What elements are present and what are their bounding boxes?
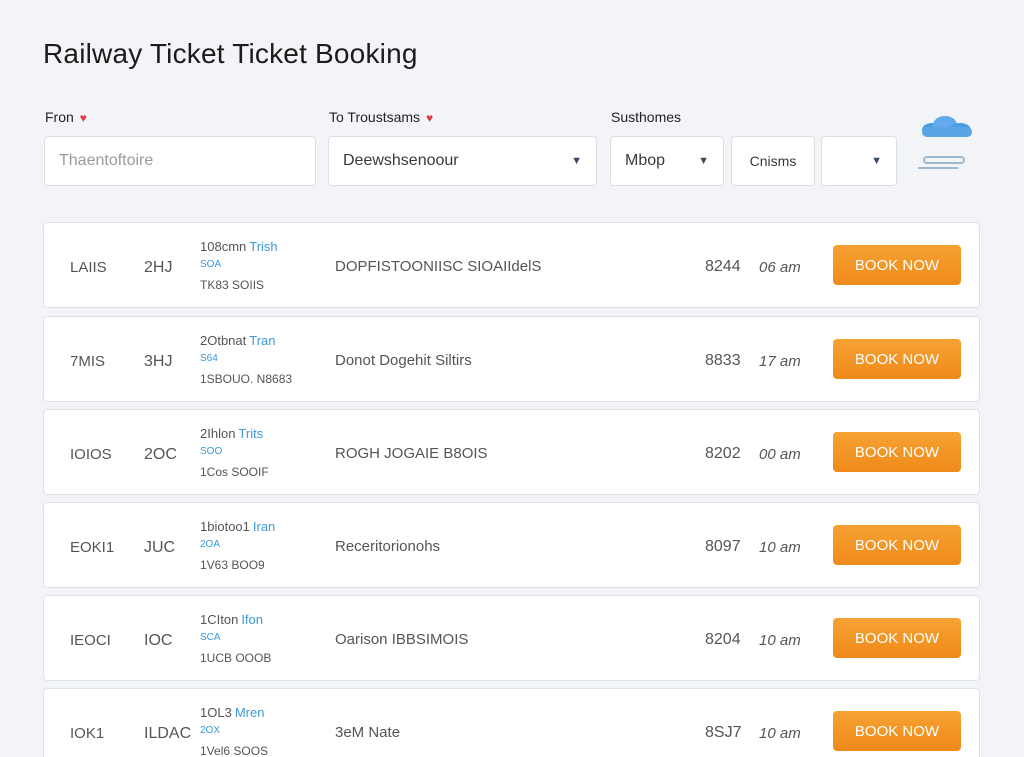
- to-select[interactable]: Deewshsenoour ▼: [328, 136, 597, 186]
- train-name: 2Ihlon Trits: [200, 426, 264, 441]
- train-detail: 1V63 BOO9: [200, 558, 265, 572]
- train-number: ILDAC: [144, 725, 192, 742]
- train-number: 3HJ: [144, 353, 173, 370]
- book-now-button[interactable]: BOOK NOW: [833, 525, 961, 565]
- departure-time: 00 am: [759, 446, 801, 463]
- train-code: LAIIS: [70, 259, 107, 276]
- departure-time: 17 am: [759, 353, 801, 370]
- train-type-tag: Ifon: [241, 612, 263, 627]
- required-icon: ♥: [79, 111, 87, 125]
- fare: 8097: [705, 538, 741, 555]
- date-field-value: Cnisms: [749, 153, 797, 169]
- train-name: 1biotoo1 Iran: [200, 519, 276, 534]
- train-name: 1CIton Ifon: [200, 612, 263, 627]
- train-number: IOC: [144, 632, 173, 649]
- train-code: IEOCI: [70, 632, 111, 649]
- cloud-train-icon: [918, 116, 972, 169]
- result-row: LAIIS 2HJ 108cmn Trish SOA TK83 SOIIS DOP…: [43, 222, 980, 308]
- train-detail: TK83 SOIIS: [200, 278, 265, 292]
- from-input-placeholder: Thaentoftoire: [59, 152, 154, 169]
- departure-time: 06 am: [759, 259, 801, 276]
- train-name: 2Otbnat Tran: [200, 333, 276, 348]
- extra-select[interactable]: ▼: [821, 136, 897, 186]
- route-description: Receritorionohs: [335, 538, 441, 555]
- book-now-button[interactable]: BOOK NOW: [833, 245, 961, 285]
- class-select[interactable]: Mbop ▼: [610, 136, 724, 186]
- train-code: IOK1: [70, 725, 105, 742]
- route-description: 3eM Nate: [335, 724, 401, 741]
- fare: 8244: [705, 258, 741, 275]
- train-number: 2HJ: [144, 259, 173, 276]
- book-now-button[interactable]: BOOK NOW: [833, 432, 961, 472]
- train-number: JUC: [144, 539, 176, 556]
- train-detail: 1Cos SOOIF: [200, 465, 269, 479]
- fare: 8833: [705, 352, 741, 369]
- result-row: IEOCI IOC 1CIton Ifon SCA 1UCB OOOB Oaris…: [43, 595, 980, 681]
- chevron-down-icon: ▼: [698, 155, 709, 167]
- departure-time: 10 am: [759, 632, 801, 649]
- train-class: SOO: [200, 446, 223, 457]
- chevron-down-icon: ▼: [571, 155, 582, 167]
- train-number: 2OC: [144, 446, 177, 463]
- train-class: SOA: [200, 259, 222, 270]
- train-type-tag: Trits: [238, 426, 264, 441]
- to-label: To Troustsams ♥: [329, 109, 434, 125]
- route-description: DOPFISTOONIISC SIOAIIdelS: [335, 258, 542, 275]
- train-class: 2OX: [200, 725, 221, 736]
- train-type-tag: Iran: [252, 519, 276, 534]
- train-detail: 1SBOUO. N8683: [200, 372, 293, 386]
- chevron-down-icon: ▼: [871, 155, 882, 167]
- train-code: IOIOS: [70, 446, 112, 463]
- train-detail: 1UCB OOOB: [200, 651, 272, 665]
- train-type-tag: Trish: [249, 239, 278, 254]
- book-now-button[interactable]: BOOK NOW: [833, 339, 961, 379]
- from-input[interactable]: Thaentoftoire: [44, 136, 316, 186]
- fare: 8204: [705, 631, 741, 648]
- fare: 8202: [705, 445, 741, 462]
- fare: 8SJ7: [705, 724, 742, 741]
- train-code: 7MIS: [70, 353, 106, 370]
- booking-page: Railway Ticket Ticket Booking Fron ♥ To T…: [0, 0, 1024, 757]
- result-row: IOIOS 2OC 2Ihlon Trits SOO 1Cos SOOIF ROG…: [43, 409, 980, 495]
- book-now-button[interactable]: BOOK NOW: [833, 618, 961, 658]
- route-description: Donot Dogehit Siltirs: [335, 352, 472, 369]
- result-row: 7MIS 3HJ 2Otbnat Tran S64 1SBOUO. N8683 D…: [43, 316, 980, 402]
- result-row: EOKI1 JUC 1biotoo1 Iran 2OA 1V63 BOO9 Rec…: [43, 502, 980, 588]
- class-label: Susthomes: [611, 109, 682, 125]
- route-description: ROGH JOGAIE B8OIS: [335, 445, 488, 462]
- route-description: Oarison IBBSIMOIS: [335, 631, 469, 648]
- train-class: SCA: [200, 632, 221, 643]
- from-label: Fron ♥: [45, 109, 87, 125]
- train-name: 108cmn Trish: [200, 239, 278, 254]
- book-now-button[interactable]: BOOK NOW: [833, 711, 961, 751]
- page-title: Railway Ticket Ticket Booking: [43, 38, 418, 69]
- train-detail: 1Vel6 SOOS: [200, 744, 269, 757]
- train-class: S64: [200, 353, 218, 364]
- class-select-value: Mbop: [625, 152, 666, 169]
- result-row: IOK1 ILDAC 1OL3 Mren 2OX 1Vel6 SOOS 3eM N…: [43, 688, 980, 757]
- departure-time: 10 am: [759, 725, 801, 742]
- departure-time: 10 am: [759, 539, 801, 556]
- required-icon: ♥: [426, 111, 434, 125]
- to-select-value: Deewshsenoour: [343, 152, 459, 169]
- train-type-tag: Tran: [249, 333, 276, 348]
- date-field[interactable]: Cnisms: [731, 136, 815, 186]
- train-code: EOKI1: [70, 539, 115, 556]
- train-class: 2OA: [200, 539, 221, 550]
- train-name: 1OL3 Mren: [200, 705, 265, 720]
- train-type-tag: Mren: [234, 705, 265, 720]
